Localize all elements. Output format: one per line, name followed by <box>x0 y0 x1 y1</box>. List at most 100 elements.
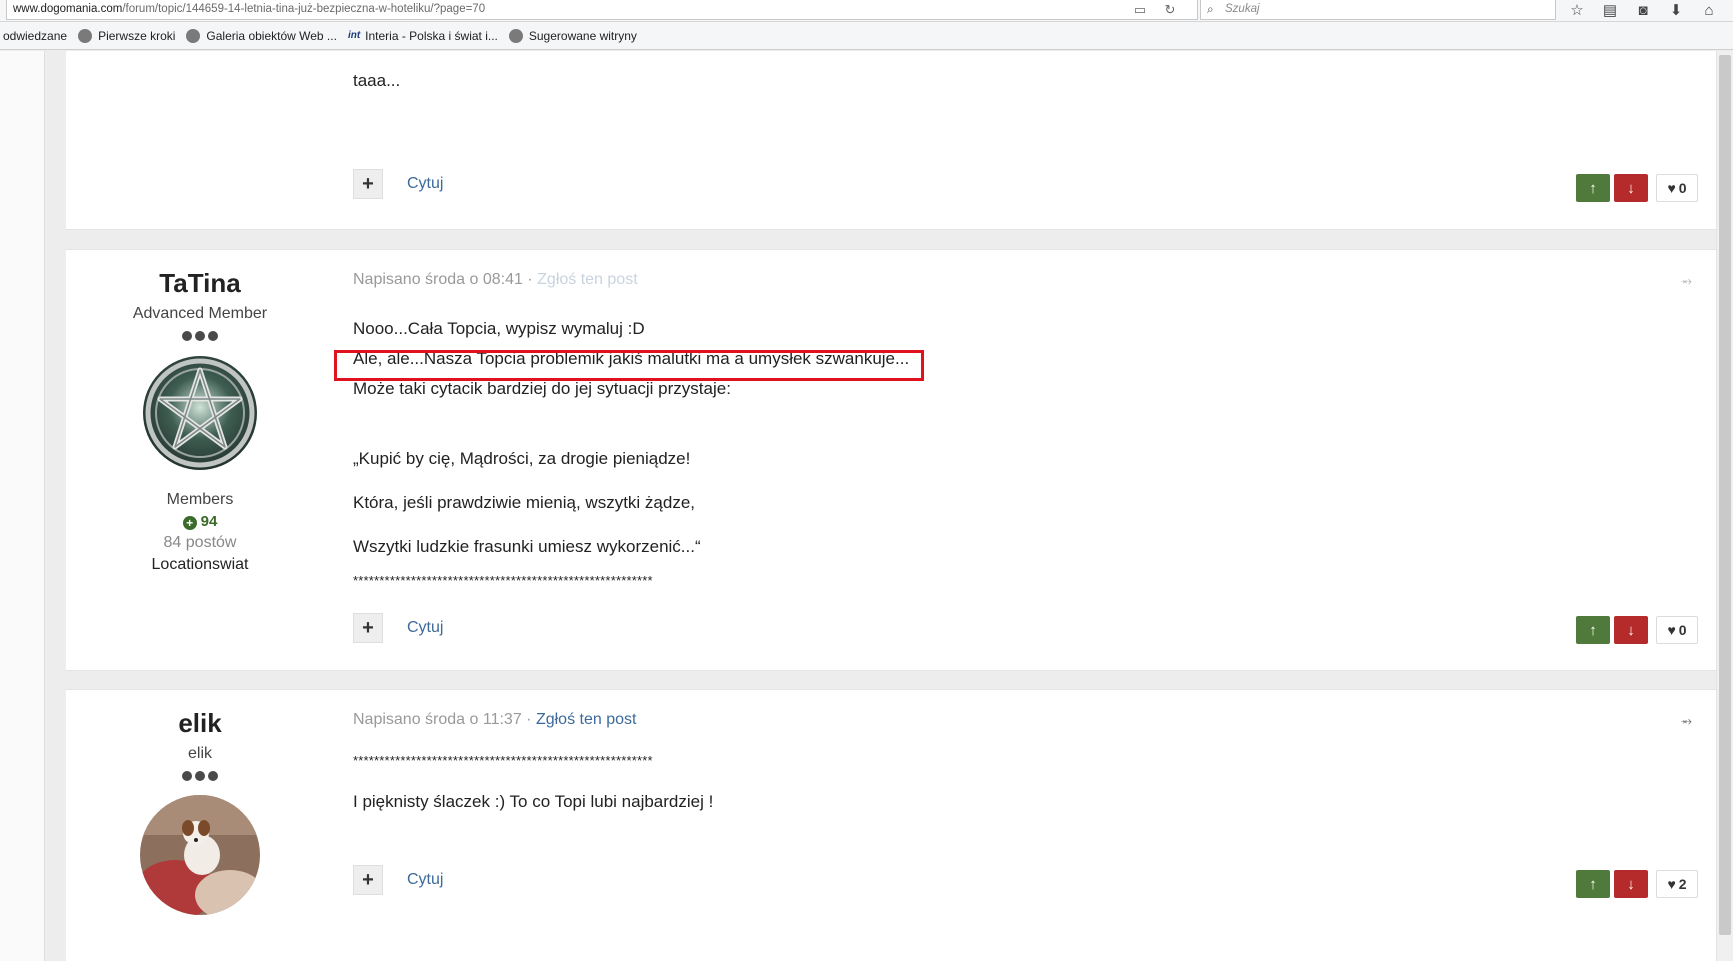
heart-icon: ♥ <box>1667 180 1676 196</box>
arrow-up-icon: ↑ <box>1589 179 1597 197</box>
bookmark-label: Interia - Polska i świat i... <box>365 28 498 43</box>
post-line: ****************************************… <box>353 753 653 768</box>
forum-post: elik elik Napisano środa o 11:37 · Zgłoś… <box>66 689 1716 961</box>
rank-pips <box>66 771 334 781</box>
quote-button[interactable]: Cytuj <box>407 619 443 637</box>
globe-icon <box>186 28 201 43</box>
url-host: www.dogomania.com <box>13 3 123 15</box>
avatar[interactable] <box>140 795 260 915</box>
post-count: 84 postów <box>163 534 237 551</box>
author-location: Locationswiat <box>151 556 249 573</box>
interia-icon: int <box>347 30 361 41</box>
post-line: Wszytki ludzkie frasunki umiesz wykorzen… <box>353 536 701 556</box>
search-placeholder: Szukaj <box>1225 3 1260 15</box>
post-date: Napisano środa o 11:37 <box>353 711 522 728</box>
scrollbar-thumb[interactable] <box>1719 55 1731 935</box>
globe-icon <box>78 28 93 43</box>
downvote-button[interactable]: ↓ <box>1614 174 1648 202</box>
multiquote-add-button[interactable]: + <box>353 169 383 199</box>
post-body: taaa... <box>353 66 400 96</box>
search-icon: ⌕ <box>1207 2 1214 16</box>
pocket-icon[interactable]: ◙ <box>1634 1 1652 19</box>
bookmark-label: Sugerowane witryny <box>528 28 637 43</box>
post-line: I pięknisty ślaczek :) To co Topi lubi n… <box>353 791 714 811</box>
reputation-badge: +94 <box>66 513 334 530</box>
post-body: ****************************************… <box>353 750 713 817</box>
author-name[interactable]: TaTina <box>66 268 334 299</box>
arrow-down-icon: ↓ <box>1627 875 1635 893</box>
post-line: Nooo...Cała Topcia, wypisz wymaluj :D <box>353 319 645 338</box>
pentagram-avatar-icon <box>143 356 257 470</box>
author-title: Advanced Member <box>132 305 268 322</box>
arrow-up-icon: ↑ <box>1589 621 1597 639</box>
arrow-up-icon: ↑ <box>1589 875 1597 893</box>
post-line: taaa... <box>353 71 401 90</box>
highlight-box <box>334 350 924 381</box>
bookmark-web-slice-gallery[interactable]: Galeria obiektów Web ... <box>186 28 337 43</box>
share-icon[interactable]: ⥇ <box>1681 712 1692 729</box>
quote-button[interactable]: Cytuj <box>407 175 443 193</box>
like-count: 0 <box>1678 622 1687 638</box>
search-input[interactable]: ⌕ Szukaj <box>1200 0 1556 20</box>
left-gutter <box>0 51 45 961</box>
share-icon[interactable]: ⥇ <box>1681 272 1692 289</box>
bookmark-star-icon[interactable]: ☆ <box>1568 1 1586 19</box>
bookmark-label: Galeria obiektów Web ... <box>206 28 337 43</box>
reaction-count[interactable]: ♥ 2 <box>1656 870 1698 898</box>
globe-icon <box>508 28 523 43</box>
post-line: Która, jeśli prawdziwie mienią, wszytki … <box>353 493 696 512</box>
bookmark-suggested-sites[interactable]: Sugerowane witryny <box>508 28 637 43</box>
scrollbar[interactable] <box>1716 51 1733 961</box>
forum-post: TaTina Advanced Member Members + 94 84 p… <box>66 249 1716 671</box>
heart-icon: ♥ <box>1667 876 1676 892</box>
reputation-value: 94 <box>200 513 218 530</box>
post-meta: Napisano środa o 08:41 · Zgłoś ten post <box>353 271 638 288</box>
reaction-count[interactable]: ♥ 0 <box>1656 616 1698 644</box>
quote-button[interactable]: Cytuj <box>407 871 443 889</box>
member-group: Members <box>166 491 234 508</box>
author-title: elik <box>187 745 212 762</box>
url-path: /forum/topic/144659-14-letnia-tina-już-b… <box>122 3 486 15</box>
dog-photo-avatar-icon <box>140 795 260 915</box>
bookmark-interia[interactable]: int Interia - Polska i świat i... <box>348 29 498 43</box>
downvote-button[interactable]: ↓ <box>1614 870 1648 898</box>
report-post-link[interactable]: Zgłoś ten post <box>537 271 638 288</box>
like-count: 2 <box>1678 876 1687 892</box>
rank-pips <box>66 331 334 341</box>
reader-view-icon[interactable]: ▭ <box>1132 2 1148 18</box>
author-name[interactable]: elik <box>66 708 334 739</box>
heart-icon: ♥ <box>1667 622 1676 638</box>
upvote-button[interactable]: ↑ <box>1576 616 1610 644</box>
reload-icon[interactable]: ↻ <box>1162 2 1178 18</box>
post-date: Napisano środa o 08:41 <box>353 271 523 288</box>
forum-post: taaa... + Cytuj ↑ ↓ ♥ 0 <box>66 51 1716 230</box>
bookmarks-bar: odwiedzane Pierwsze kroki Galeria obiekt… <box>0 22 1733 50</box>
upvote-button[interactable]: ↑ <box>1576 174 1610 202</box>
avatar[interactable] <box>142 355 258 471</box>
address-bar[interactable]: www.dogomania.com/forum/topic/144659-14-… <box>6 0 1198 20</box>
author-panel: elik elik <box>66 708 334 915</box>
report-post-link[interactable]: Zgłoś ten post <box>536 711 637 728</box>
author-panel: TaTina Advanced Member Members + 94 84 p… <box>66 268 334 574</box>
forum-page: taaa... + Cytuj ↑ ↓ ♥ 0 TaTina Advanced … <box>0 51 1733 961</box>
bookmark-getting-started[interactable]: Pierwsze kroki <box>78 28 176 43</box>
bookmarks-list-icon[interactable]: ▤ <box>1601 1 1619 19</box>
arrow-down-icon: ↓ <box>1627 179 1635 197</box>
downvote-button[interactable]: ↓ <box>1614 616 1648 644</box>
bookmark-most-visited[interactable]: odwiedzane <box>3 29 67 43</box>
post-line: ****************************************… <box>353 572 653 588</box>
home-icon[interactable]: ⌂ <box>1700 1 1718 19</box>
arrow-down-icon: ↓ <box>1627 621 1635 639</box>
upvote-button[interactable]: ↑ <box>1576 870 1610 898</box>
post-meta: Napisano środa o 11:37 · Zgłoś ten post <box>353 711 637 728</box>
multiquote-add-button[interactable]: + <box>353 865 383 895</box>
like-count: 0 <box>1678 180 1687 196</box>
downloads-icon[interactable]: ⬇ <box>1667 1 1685 19</box>
plus-circle-icon: + <box>182 516 197 530</box>
bookmark-label: odwiedzane <box>3 28 68 43</box>
multiquote-add-button[interactable]: + <box>353 613 383 643</box>
browser-toolbar: www.dogomania.com/forum/topic/144659-14-… <box>0 0 1733 22</box>
bookmark-label: Pierwsze kroki <box>98 28 176 43</box>
reaction-count[interactable]: ♥ 0 <box>1656 174 1698 202</box>
post-line: „Kupić by cię, Mądrości, za drogie pieni… <box>353 449 691 469</box>
